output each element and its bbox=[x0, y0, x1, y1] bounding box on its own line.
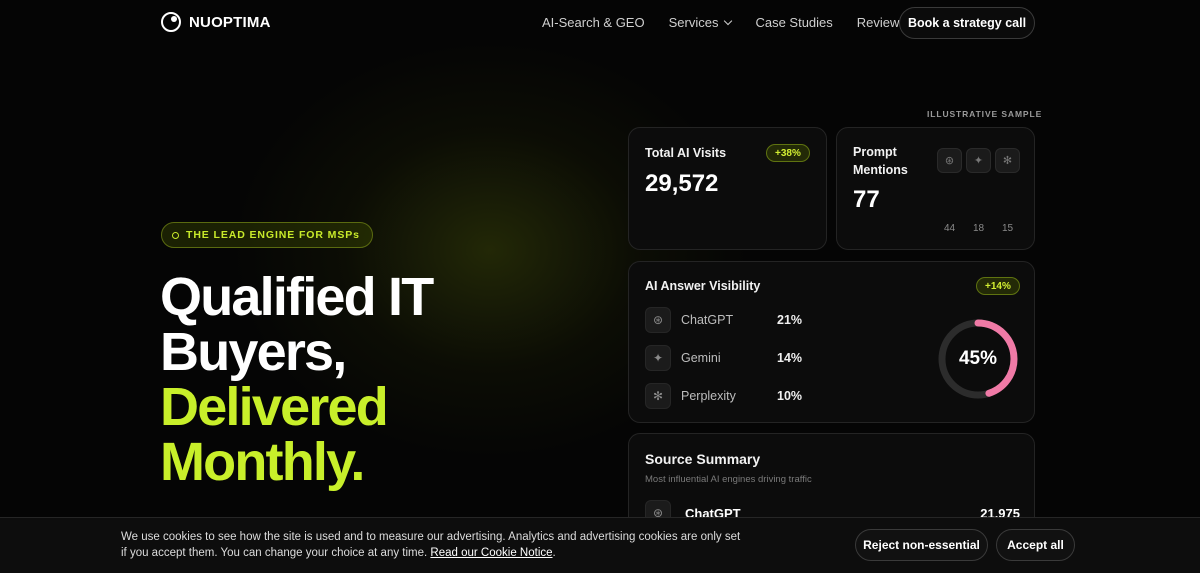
card-title: Total AI Visits bbox=[645, 146, 727, 160]
headline-line-1: Qualified IT bbox=[160, 267, 434, 327]
illustrative-sample-label: ILLUSTRATIVE SAMPLE bbox=[927, 109, 1043, 119]
nav-link-case-studies[interactable]: Case Studies bbox=[755, 15, 832, 30]
engine-percent: 10% bbox=[777, 389, 803, 403]
cookie-notice-link[interactable]: Read our Cookie Notice bbox=[430, 547, 552, 559]
card-subtitle: Most influential AI engines driving traf… bbox=[645, 474, 812, 485]
hero-headline: Qualified IT Buyers, Delivered Monthly. bbox=[160, 267, 434, 492]
hero-badge-label: THE LEAD ENGINE FOR MSPs bbox=[186, 229, 360, 241]
engine-percent: 14% bbox=[777, 351, 803, 365]
change-badge: +14% bbox=[976, 277, 1020, 295]
headline-line-4: Monthly. bbox=[160, 432, 365, 492]
card-title: AI Answer Visibility bbox=[645, 279, 761, 293]
perplexity-count: 15 bbox=[1001, 223, 1014, 234]
prompt-mentions-card: Prompt Mentions 77 ⊛ ✦ ✻ 44 18 15 bbox=[836, 127, 1035, 250]
visibility-row-perplexity: ✻ Perplexity 10% bbox=[645, 383, 802, 409]
prompt-mentions-value: 77 bbox=[853, 186, 880, 213]
engine-counts: 44 18 15 bbox=[937, 223, 1020, 234]
chatgpt-count: 44 bbox=[943, 223, 956, 234]
chatgpt-icon: ⊛ bbox=[645, 307, 671, 333]
logo-text: NUOPTIMA bbox=[189, 13, 271, 31]
nav-link-ai-search[interactable]: AI-Search & GEO bbox=[542, 15, 645, 30]
card-title: Source Summary bbox=[645, 451, 761, 467]
card-title: Prompt Mentions bbox=[853, 145, 908, 177]
headline-line-3: Delivered bbox=[160, 377, 389, 437]
logo-icon bbox=[161, 12, 181, 32]
gemini-icon: ✦ bbox=[966, 148, 991, 173]
top-nav: NUOPTIMA AI-Search & GEO Services Case S… bbox=[0, 0, 1200, 46]
gemini-count: 18 bbox=[972, 223, 985, 234]
logo[interactable]: NUOPTIMA bbox=[161, 12, 271, 32]
nav-links: AI-Search & GEO Services Case Studies Re… bbox=[542, 15, 906, 30]
total-ai-visits-card: Total AI Visits +38% 29,572 bbox=[628, 127, 827, 250]
accept-all-button[interactable]: Accept all bbox=[996, 529, 1075, 561]
chatgpt-icon: ⊛ bbox=[937, 148, 962, 173]
engine-percent: 21% bbox=[777, 313, 803, 327]
nav-link-services[interactable]: Services bbox=[668, 15, 733, 30]
perplexity-icon: ✻ bbox=[995, 148, 1020, 173]
engine-icons: ⊛ ✦ ✻ bbox=[937, 148, 1020, 173]
engine-name: ChatGPT bbox=[681, 313, 734, 327]
badge-dot-icon bbox=[172, 231, 179, 239]
visibility-row-gemini: ✦ Gemini 14% bbox=[645, 345, 802, 371]
hero-badge: THE LEAD ENGINE FOR MSPs bbox=[161, 222, 373, 248]
cookie-text: We use cookies to see how the site is us… bbox=[121, 529, 741, 561]
gemini-icon: ✦ bbox=[645, 345, 671, 371]
engine-name: Perplexity bbox=[681, 389, 736, 403]
reject-non-essential-button[interactable]: Reject non-essential bbox=[855, 529, 988, 561]
cookie-period: . bbox=[552, 547, 556, 559]
change-badge: +38% bbox=[766, 144, 810, 162]
ai-answer-visibility-card: AI Answer Visibility +14% ⊛ ChatGPT 21% … bbox=[628, 261, 1035, 423]
headline-line-2: Buyers, bbox=[160, 322, 347, 382]
total-visits-value: 29,572 bbox=[645, 170, 719, 197]
visibility-row-chatgpt: ⊛ ChatGPT 21% bbox=[645, 307, 802, 333]
nav-link-services-label: Services bbox=[668, 15, 719, 30]
cookie-banner: We use cookies to see how the site is us… bbox=[0, 517, 1200, 573]
chevron-down-icon bbox=[724, 16, 733, 26]
visibility-percent: 45% bbox=[958, 348, 998, 369]
book-strategy-call-button[interactable]: Book a strategy call bbox=[899, 7, 1035, 39]
perplexity-icon: ✻ bbox=[645, 383, 671, 409]
engine-name: Gemini bbox=[681, 351, 721, 365]
